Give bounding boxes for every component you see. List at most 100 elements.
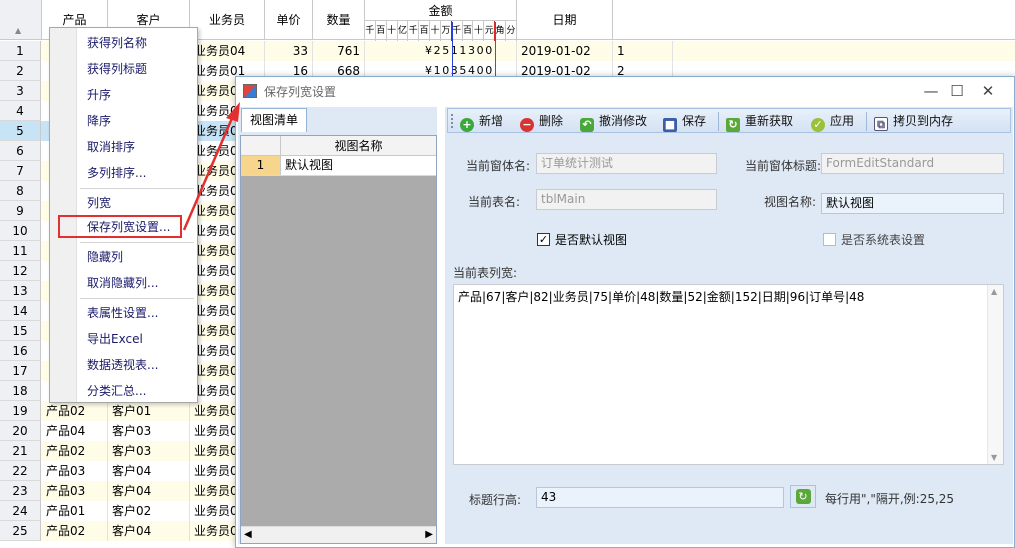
- close-button[interactable]: ✕: [973, 81, 1003, 101]
- menu-column-width[interactable]: 列宽: [87, 192, 111, 214]
- menu-unhide-column[interactable]: 取消隐藏列...: [87, 272, 158, 294]
- add-button[interactable]: + 新增: [460, 112, 504, 132]
- title-height-input[interactable]: 43: [536, 487, 784, 508]
- cell-price[interactable]: 33: [265, 41, 313, 61]
- menu-get-column-name[interactable]: 获得列名称: [87, 32, 147, 54]
- copy-button[interactable]: ⧉ 拷贝到内存: [874, 112, 953, 131]
- menu-multi-sort[interactable]: 多列排序...: [87, 162, 146, 184]
- scroll-up-icon[interactable]: ▲: [991, 287, 997, 296]
- row-number[interactable]: 18: [0, 381, 41, 401]
- row-number[interactable]: 2: [0, 61, 41, 81]
- view-name-input[interactable]: 默认视图: [821, 193, 1004, 214]
- row-number[interactable]: 20: [0, 421, 41, 441]
- row-number[interactable]: 17: [0, 361, 41, 381]
- column-header-extra[interactable]: [613, 0, 1015, 40]
- cell-date[interactable]: 2019-01-02: [517, 41, 613, 61]
- column-header-qty[interactable]: 数量: [313, 0, 365, 40]
- scroll-right-icon[interactable]: ▶: [425, 527, 433, 543]
- column-width-textarea[interactable]: 产品|67|客户|82|业务员|75|单价|48|数量|52|金额|152|日期…: [453, 284, 1004, 465]
- cell-customer[interactable]: 客户04: [108, 521, 190, 541]
- cell-customer[interactable]: 客户03: [108, 441, 190, 461]
- menu-table-properties[interactable]: 表属性设置...: [87, 302, 158, 324]
- row-number[interactable]: 16: [0, 341, 41, 361]
- cell-product[interactable]: 产品02: [42, 401, 108, 421]
- cell-customer[interactable]: 客户02: [108, 501, 190, 521]
- row-number[interactable]: 3: [0, 81, 41, 101]
- menu-export-excel[interactable]: 导出Excel: [87, 328, 143, 350]
- cell-customer[interactable]: 客户03: [108, 421, 190, 441]
- row-number[interactable]: 1: [0, 41, 41, 61]
- cell-customer[interactable]: 客户04: [108, 481, 190, 501]
- form-name-field[interactable]: 订单统计测试: [536, 153, 717, 174]
- cell-product[interactable]: 产品03: [42, 481, 108, 501]
- refetch-button[interactable]: ↻ 重新获取: [726, 112, 793, 132]
- maximize-button[interactable]: ☐: [942, 81, 972, 101]
- delete-button[interactable]: − 删除: [520, 112, 563, 132]
- cell-product[interactable]: 产品02: [42, 521, 108, 541]
- row-number[interactable]: 8: [0, 181, 41, 201]
- row-header-corner[interactable]: ▲: [0, 0, 42, 40]
- row-number[interactable]: 21: [0, 441, 41, 461]
- undo-button[interactable]: ↶ 撤消修改: [580, 112, 647, 132]
- cell-customer[interactable]: 客户04: [108, 461, 190, 481]
- dialog-titlebar[interactable]: 保存列宽设置 — ☐ ✕: [236, 77, 1014, 105]
- cell-salesman[interactable]: 业务员04: [190, 41, 265, 61]
- add-label: 新增: [479, 114, 504, 128]
- row-number[interactable]: 22: [0, 461, 41, 481]
- row-number[interactable]: 6: [0, 141, 41, 161]
- scroll-down-icon[interactable]: ▼: [991, 453, 997, 462]
- default-view-checkbox[interactable]: ✓: [537, 233, 550, 246]
- header-label: 业务员: [208, 13, 245, 27]
- column-header-price[interactable]: 单价: [265, 0, 313, 40]
- cell-extra[interactable]: 1: [613, 41, 673, 61]
- cell-amount[interactable]: ¥2511300: [365, 41, 517, 61]
- cell-product[interactable]: 产品02: [42, 441, 108, 461]
- row-number[interactable]: 9: [0, 201, 41, 221]
- row-number[interactable]: 11: [0, 241, 41, 261]
- row-number[interactable]: 5: [0, 121, 41, 141]
- row-number[interactable]: 4: [0, 101, 41, 121]
- digit-label: 千: [408, 21, 420, 41]
- cell-product[interactable]: 产品03: [42, 461, 108, 481]
- menu-get-column-title[interactable]: 获得列标题: [87, 58, 147, 80]
- vertical-scrollbar[interactable]: ▲ ▼: [987, 285, 1003, 464]
- view-name-column-header[interactable]: 视图名称: [281, 136, 436, 156]
- form-title-field[interactable]: FormEditStandard: [821, 153, 1004, 174]
- row-number[interactable]: 15: [0, 321, 41, 341]
- tab-view-list[interactable]: 视图清单: [241, 108, 307, 132]
- add-icon: +: [460, 118, 474, 132]
- horizontal-scrollbar[interactable]: ◀ ▶: [241, 526, 436, 543]
- save-column-width-dialog: 保存列宽设置 — ☐ ✕ 视图清单 视图名称 1 默认视图 ◀ ▶ + 新增 − 删…: [235, 76, 1015, 548]
- row-number[interactable]: 12: [0, 261, 41, 281]
- cell-product[interactable]: 产品01: [42, 501, 108, 521]
- cell-product[interactable]: 产品04: [42, 421, 108, 441]
- row-number[interactable]: 23: [0, 481, 41, 501]
- save-icon: ■: [663, 118, 677, 132]
- menu-sort-desc[interactable]: 降序: [87, 110, 111, 132]
- apply-button[interactable]: ✓ 应用: [811, 112, 854, 132]
- cell-customer[interactable]: 客户01: [108, 401, 190, 421]
- column-header-date[interactable]: 日期: [517, 0, 613, 40]
- row-number[interactable]: 19: [0, 401, 41, 421]
- digit-label: 万: [441, 21, 452, 41]
- scroll-left-icon[interactable]: ◀: [244, 527, 252, 543]
- cell-qty[interactable]: 761: [313, 41, 365, 61]
- row-number[interactable]: 10: [0, 221, 41, 241]
- menu-sort-asc[interactable]: 升序: [87, 84, 111, 106]
- save-button[interactable]: ■ 保存: [663, 112, 706, 132]
- row-number[interactable]: 25: [0, 521, 41, 541]
- menu-subtotal[interactable]: 分类汇总...: [87, 380, 146, 402]
- row-number[interactable]: 13: [0, 281, 41, 301]
- menu-cancel-sort[interactable]: 取消排序: [87, 136, 135, 158]
- system-table-checkbox[interactable]: [823, 233, 836, 246]
- table-name-field[interactable]: tblMain: [536, 189, 717, 210]
- view-list-row[interactable]: 1 默认视图: [241, 156, 436, 176]
- menu-hide-column[interactable]: 隐藏列: [87, 246, 123, 268]
- row-number[interactable]: 7: [0, 161, 41, 181]
- row-number[interactable]: 24: [0, 501, 41, 521]
- menu-pivot-table[interactable]: 数据透视表...: [87, 354, 158, 376]
- refresh-height-button[interactable]: ↻: [790, 485, 816, 508]
- row-number[interactable]: 14: [0, 301, 41, 321]
- column-header-salesman[interactable]: 业务员: [190, 0, 265, 40]
- view-list-grid[interactable]: 视图名称 1 默认视图 ◀ ▶: [240, 135, 437, 544]
